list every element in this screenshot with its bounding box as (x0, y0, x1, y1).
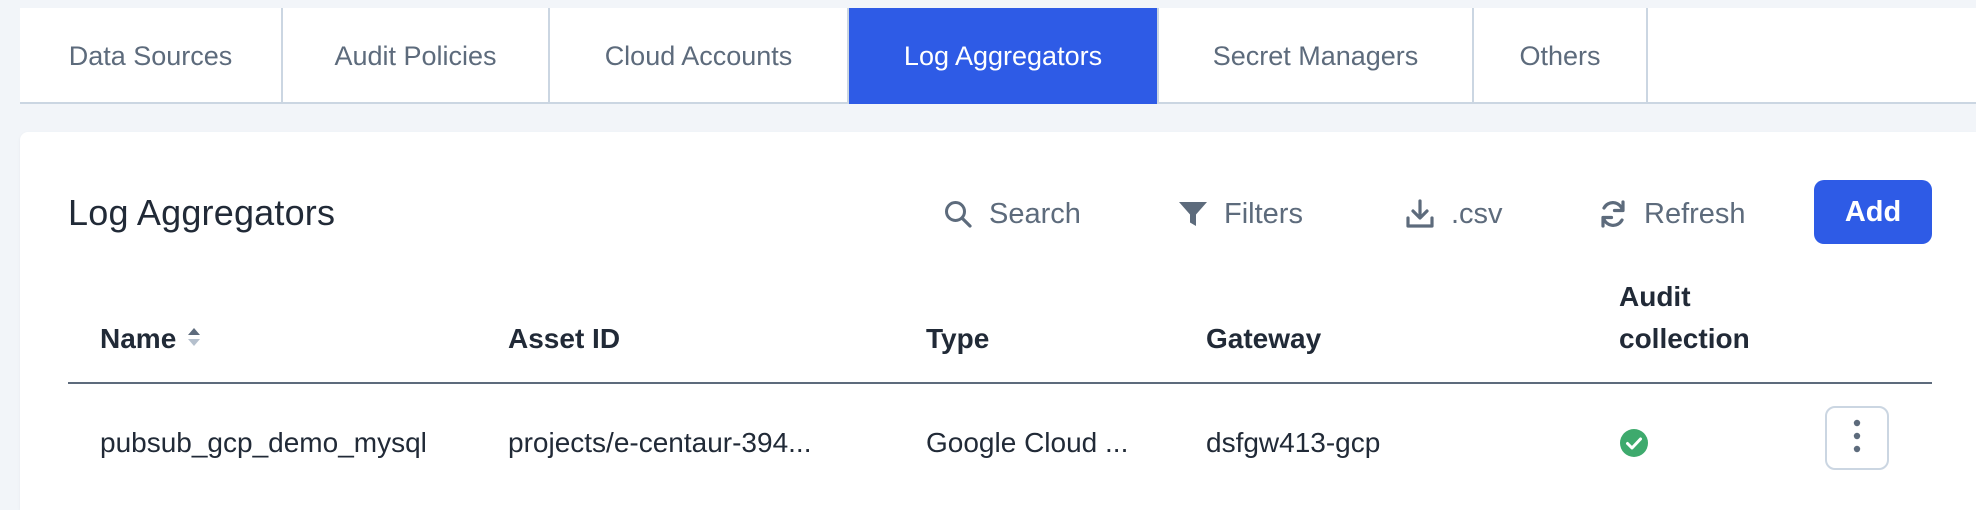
page-title: Log Aggregators (68, 192, 336, 233)
column-header-name[interactable]: Name (100, 318, 202, 360)
tab-label: Log Aggregators (903, 40, 1103, 71)
cell-name: pubsub_gcp_demo_mysql (100, 427, 427, 458)
tab-bar: Data Sources Audit Policies Cloud Accoun… (20, 8, 1976, 104)
tab-secret-managers[interactable]: Secret Managers (1159, 8, 1474, 104)
tab-label: Data Sources (68, 40, 233, 71)
cell-gateway: dsfgw413-gcp (1206, 427, 1381, 458)
column-header-label: Name (100, 323, 177, 354)
csv-label: .csv (1451, 197, 1503, 230)
refresh-label: Refresh (1644, 197, 1746, 230)
tab-label: Cloud Accounts (604, 40, 793, 71)
search-label: Search (989, 197, 1081, 230)
search-icon (943, 199, 989, 229)
cell-asset-id: projects/e-centaur-394... (508, 427, 812, 458)
column-header-audit-collection: Audit collection (1619, 276, 1750, 360)
tab-label: Audit Policies (334, 40, 497, 71)
tab-others[interactable]: Others (1474, 8, 1648, 104)
column-header-label: Audit (1619, 281, 1691, 312)
refresh-icon (1598, 199, 1644, 229)
csv-export-button[interactable]: .csv (1405, 184, 1503, 244)
table-header-divider (68, 382, 1932, 384)
filters-label: Filters (1224, 197, 1303, 230)
tab-label: Others (1519, 40, 1601, 71)
sort-icon (186, 318, 202, 360)
column-header-asset-id: Asset ID (508, 323, 621, 354)
search-button[interactable]: Search (943, 184, 1081, 244)
column-header-gateway: Gateway (1206, 323, 1322, 354)
check-circle-icon (1619, 428, 1649, 463)
tab-log-aggregators[interactable]: Log Aggregators (849, 8, 1159, 104)
row-actions-button[interactable] (1825, 406, 1889, 470)
more-vertical-icon (1853, 419, 1861, 458)
column-header-label: collection (1619, 323, 1750, 354)
cell-type: Google Cloud ... (926, 427, 1129, 458)
filter-icon (1178, 199, 1224, 229)
add-button[interactable]: Add (1814, 180, 1932, 244)
log-aggregators-panel: Log Aggregators Search Filters .csv Refr… (20, 132, 1976, 510)
tab-data-sources[interactable]: Data Sources (20, 8, 283, 104)
column-header-type: Type (926, 323, 990, 354)
refresh-button[interactable]: Refresh (1598, 184, 1746, 244)
filters-button[interactable]: Filters (1178, 184, 1303, 244)
tab-label: Secret Managers (1212, 40, 1419, 71)
tab-audit-policies[interactable]: Audit Policies (283, 8, 550, 104)
download-icon (1405, 199, 1451, 229)
tab-cloud-accounts[interactable]: Cloud Accounts (550, 8, 849, 104)
